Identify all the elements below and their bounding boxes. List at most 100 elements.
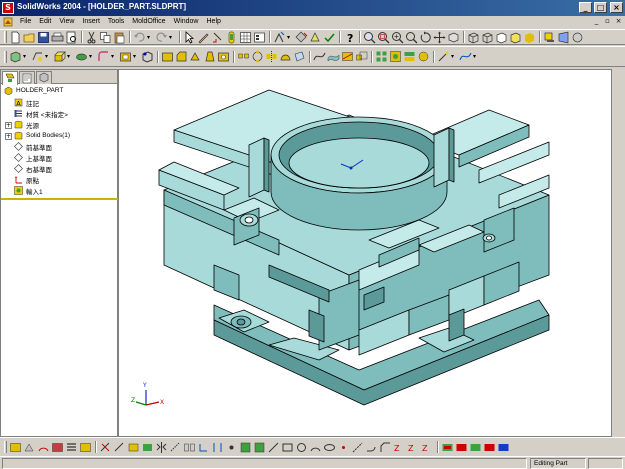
tree-root[interactable]: HOLDER_PART <box>4 85 63 96</box>
vertical-scrollbar[interactable] <box>612 69 625 437</box>
graphics-viewport[interactable]: Y X Z <box>118 69 612 437</box>
cut-extrude-icon[interactable] <box>119 50 132 63</box>
document-icon[interactable] <box>3 17 13 27</box>
spline-icon[interactable] <box>459 50 472 63</box>
fix-icon[interactable] <box>211 441 224 454</box>
zoom-fit-icon[interactable] <box>363 31 376 44</box>
mold-cavity-icon[interactable] <box>389 50 402 63</box>
sketch-trim-icon[interactable] <box>99 441 112 454</box>
copy-icon[interactable] <box>99 31 112 44</box>
sketch-pattern-icon[interactable] <box>183 441 196 454</box>
tree-item-material[interactable]: 材質 <未指定> <box>14 108 68 119</box>
sketch-dim-icon[interactable] <box>253 441 266 454</box>
menu-window[interactable]: Window <box>170 16 203 28</box>
help-icon[interactable]: ? <box>343 31 356 44</box>
section-properties-icon[interactable] <box>309 31 322 44</box>
sketch-point-icon[interactable] <box>225 441 238 454</box>
expand-lighting-toggle[interactable]: + <box>5 122 12 129</box>
thickness-icon[interactable] <box>79 441 92 454</box>
relations-icon[interactable] <box>197 441 210 454</box>
rib-icon[interactable] <box>189 50 202 63</box>
zoom-in-out-icon[interactable] <box>391 31 404 44</box>
rotate-icon[interactable] <box>419 31 432 44</box>
save-icon[interactable] <box>37 31 50 44</box>
hidden-lines-visible-icon[interactable] <box>481 31 494 44</box>
new-icon[interactable] <box>9 31 22 44</box>
undercut-icon[interactable] <box>51 441 64 454</box>
redo-icon[interactable] <box>155 31 168 44</box>
chamfer-icon[interactable] <box>175 50 188 63</box>
sketch-text-icon[interactable] <box>239 441 252 454</box>
mold-analysis-icon[interactable] <box>441 441 454 454</box>
scale-icon[interactable] <box>355 50 368 63</box>
holder-part-model[interactable]: Y X Z <box>119 70 612 437</box>
mold-parting-line-icon[interactable] <box>469 441 482 454</box>
fillet-icon[interactable] <box>97 50 110 63</box>
tangent-arc-icon[interactable] <box>365 441 378 454</box>
menu-file[interactable]: File <box>16 16 35 28</box>
pan-icon[interactable] <box>433 31 446 44</box>
sketch-entities-icon[interactable] <box>31 50 44 63</box>
grid-icon[interactable] <box>239 31 252 44</box>
pan-zoom-icon[interactable]: Z <box>421 441 434 454</box>
sketch-extend-icon[interactable] <box>113 441 126 454</box>
point-icon[interactable] <box>337 441 350 454</box>
mdi-restore-button[interactable]: ▫ <box>603 17 612 26</box>
line-icon[interactable] <box>267 441 280 454</box>
dome-icon[interactable] <box>279 50 292 63</box>
toolbar-grip[interactable] <box>4 441 7 453</box>
zoom-prev-icon[interactable]: Z <box>407 441 420 454</box>
tree-item-top-plane[interactable]: 上基準面 <box>14 152 52 163</box>
3d-view-icon[interactable] <box>447 31 460 44</box>
menu-help[interactable]: Help <box>203 16 225 28</box>
mass-properties-icon[interactable] <box>295 31 308 44</box>
ref-geometry-icon[interactable] <box>293 50 306 63</box>
tree-item-right-plane[interactable]: 右基準面 <box>14 163 52 174</box>
surface-icon[interactable] <box>327 50 340 63</box>
extrude-icon[interactable] <box>53 50 66 63</box>
mold-parting-icon[interactable] <box>403 50 416 63</box>
undo-icon[interactable] <box>133 31 146 44</box>
centerline-icon[interactable] <box>351 441 364 454</box>
tree-item-import[interactable]: 輸入1 <box>14 185 43 196</box>
sketch-fillet-icon[interactable] <box>161 50 174 63</box>
tab-configuration-manager[interactable] <box>36 71 52 84</box>
sketch-icon[interactable] <box>197 31 210 44</box>
mold-core-icon[interactable] <box>375 50 388 63</box>
construction-icon[interactable] <box>169 441 182 454</box>
perspective-icon[interactable] <box>557 31 570 44</box>
select-icon[interactable] <box>183 30 196 44</box>
paste-icon[interactable] <box>113 31 126 44</box>
mdi-minimize-button[interactable]: _ <box>592 17 601 26</box>
tree-item-front-plane[interactable]: 前基準面 <box>14 141 52 152</box>
print-icon[interactable] <box>51 31 64 44</box>
display-mode-icon[interactable] <box>9 441 22 454</box>
options-icon[interactable] <box>253 31 266 44</box>
menu-edit[interactable]: Edit <box>35 16 55 28</box>
circular-pattern-icon[interactable] <box>251 50 264 63</box>
wireframe-icon[interactable] <box>467 31 480 44</box>
sketch-convert-icon[interactable] <box>141 441 154 454</box>
tree-item-solid-bodies[interactable]: Solid Bodies(1) <box>14 130 70 141</box>
smart-dimension-icon[interactable] <box>211 31 224 44</box>
draft-icon[interactable] <box>203 50 216 63</box>
mold-shutoff-icon[interactable] <box>483 441 496 454</box>
shaded-with-edges-icon[interactable] <box>509 31 522 44</box>
menu-insert[interactable]: Insert <box>78 16 104 28</box>
tab-property-manager[interactable] <box>19 71 35 84</box>
split-line-icon[interactable] <box>341 50 354 63</box>
zebra-icon[interactable] <box>65 441 78 454</box>
sketch-tools-icon[interactable] <box>437 50 450 63</box>
menu-tools[interactable]: Tools <box>104 16 128 28</box>
open-icon[interactable] <box>23 31 36 44</box>
rectangle-icon[interactable] <box>281 441 294 454</box>
cut-icon[interactable] <box>85 31 98 44</box>
zoom-area-icon[interactable] <box>377 31 390 44</box>
section-view-icon[interactable] <box>571 31 584 44</box>
tree-item-lighting[interactable]: 光源 <box>14 119 39 130</box>
hidden-lines-removed-icon[interactable] <box>495 31 508 44</box>
arc-icon[interactable] <box>309 441 322 454</box>
mirror-icon[interactable] <box>265 50 278 63</box>
ellipse-icon[interactable] <box>323 441 336 454</box>
view-orientation-icon[interactable] <box>9 50 22 63</box>
